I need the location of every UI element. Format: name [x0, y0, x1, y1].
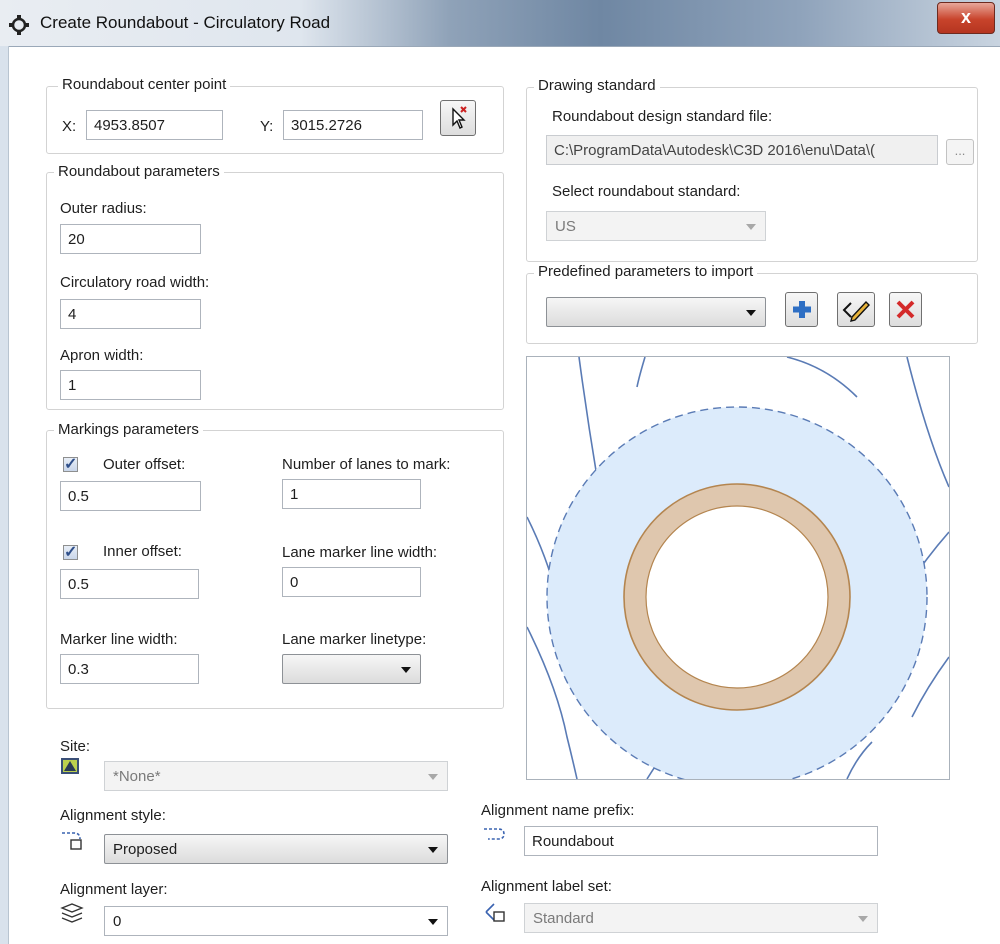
site-label: Site: — [60, 738, 91, 755]
lane-marker-linetype-dropdown[interactable] — [282, 654, 421, 684]
lane-marker-line-width-label: Lane marker line width: — [282, 544, 438, 561]
road-width-label: Circulatory road width: — [60, 274, 210, 291]
y-coordinate-input[interactable]: 3015.2726 — [283, 110, 423, 140]
alignment-prefix-input[interactable]: Roundabout — [524, 826, 878, 856]
checkmark-icon: ✓ — [64, 544, 78, 561]
roundabout-standard-value: US — [555, 218, 576, 235]
edit-parameters-button[interactable] — [837, 292, 875, 327]
browse-button[interactable]: ... — [946, 139, 974, 165]
edit-icon — [842, 300, 870, 322]
roundabout-preview — [526, 356, 950, 780]
app-gear-icon — [9, 15, 29, 35]
alignment-layer-label: Alignment layer: — [60, 881, 168, 898]
markings-parameters-group-title: Markings parameters — [54, 421, 203, 438]
select-standard-label: Select roundabout standard: — [552, 183, 741, 200]
road-width-input[interactable]: 4 — [60, 299, 201, 329]
predefined-parameters-group-title: Predefined parameters to import — [534, 263, 758, 280]
chevron-down-icon — [858, 916, 868, 922]
design-standard-file-label: Roundabout design standard file: — [552, 108, 773, 125]
x-coordinate-input[interactable]: 4953.8507 — [86, 110, 223, 140]
roundabout-standard-dropdown[interactable]: US — [546, 211, 766, 241]
site-icon — [61, 758, 79, 774]
site-dropdown[interactable]: *None* — [104, 761, 448, 791]
lanes-to-mark-label: Number of lanes to mark: — [282, 456, 451, 473]
checkmark-icon: ✓ — [64, 456, 78, 473]
chevron-down-icon — [401, 667, 411, 673]
outer-radius-label: Outer radius: — [60, 200, 147, 217]
predefined-parameters-dropdown[interactable] — [546, 297, 766, 327]
alignment-style-label: Alignment style: — [60, 807, 166, 824]
pick-point-icon — [452, 106, 467, 129]
label-set-icon — [485, 903, 505, 922]
site-value: *None* — [113, 768, 161, 785]
inner-offset-input[interactable]: 0.5 — [60, 569, 199, 599]
delete-icon — [896, 300, 915, 319]
roundabout-preview-drawing — [527, 357, 949, 779]
roundabout-parameters-group-title: Roundabout parameters — [54, 163, 224, 180]
outer-offset-label: Outer offset: — [103, 456, 186, 473]
window-title: Create Roundabout - Circulatory Road — [40, 13, 331, 32]
chevron-down-icon — [746, 310, 756, 316]
name-prefix-icon — [484, 828, 505, 840]
inner-offset-checkbox[interactable]: ✓ — [63, 544, 78, 561]
add-icon — [793, 301, 811, 318]
delete-parameters-button[interactable] — [889, 292, 922, 327]
lanes-to-mark-input[interactable]: 1 — [282, 479, 421, 509]
drawing-standard-group-title: Drawing standard — [534, 77, 660, 94]
center-point-group-title: Roundabout center point — [58, 76, 231, 93]
alignment-label-set-label: Alignment label set: — [481, 878, 612, 895]
alignment-label-set-dropdown[interactable]: Standard — [524, 903, 878, 933]
lane-marker-line-width-input[interactable]: 0 — [282, 567, 421, 597]
x-label: X: — [62, 118, 77, 135]
alignment-label-set-value: Standard — [533, 910, 594, 927]
alignment-style-dropdown[interactable]: Proposed — [104, 834, 448, 864]
marker-line-width-input[interactable]: 0.3 — [60, 654, 199, 684]
pick-point-button[interactable] — [440, 100, 476, 136]
apron-width-label: Apron width: — [60, 347, 144, 364]
alignment-layer-value: 0 — [113, 913, 122, 930]
alignment-layer-dropdown[interactable]: 0 — [104, 906, 448, 936]
inner-offset-label: Inner offset: — [103, 543, 182, 560]
outer-offset-input[interactable]: 0.5 — [60, 481, 201, 511]
apron-width-input[interactable]: 1 — [60, 370, 201, 400]
chevron-down-icon — [428, 774, 438, 780]
outer-radius-input[interactable]: 20 — [60, 224, 201, 254]
window-border — [0, 46, 9, 944]
add-parameters-button[interactable] — [785, 292, 818, 327]
title-bar: Create Roundabout - Circulatory Road x — [0, 0, 1000, 47]
chevron-down-icon — [428, 847, 438, 853]
alignment-style-icon — [62, 832, 82, 850]
outer-offset-checkbox[interactable]: ✓ — [63, 456, 78, 473]
lane-marker-linetype-label: Lane marker linetype: — [282, 631, 427, 648]
alignment-style-value: Proposed — [113, 841, 178, 858]
layer-icon — [60, 903, 84, 923]
chevron-down-icon — [428, 919, 438, 925]
chevron-down-icon — [746, 224, 756, 230]
design-standard-file-input[interactable]: C:\ProgramData\Autodesk\C3D 2016\enu\Dat… — [546, 135, 938, 165]
y-label: Y: — [260, 118, 274, 135]
close-button[interactable]: x — [937, 2, 995, 34]
alignment-prefix-label: Alignment name prefix: — [481, 802, 635, 819]
marker-line-width-label: Marker line width: — [60, 631, 178, 648]
